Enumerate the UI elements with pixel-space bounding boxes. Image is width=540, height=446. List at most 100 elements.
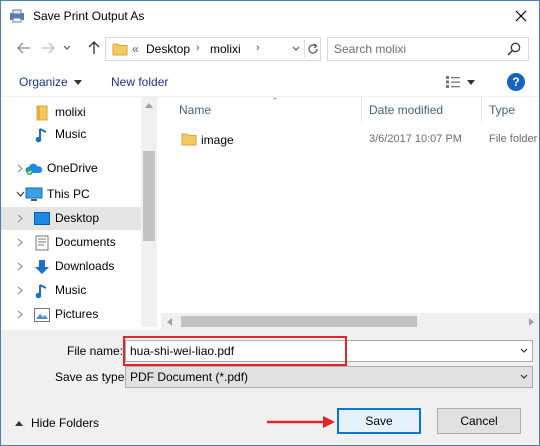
cancel-button[interactable]: Cancel (437, 408, 521, 434)
file-name-combobox[interactable] (125, 340, 533, 362)
chevron-right-icon[interactable] (15, 260, 25, 272)
column-header-type[interactable]: Type (489, 97, 515, 123)
nav-item-music-pc[interactable]: Music (1, 279, 141, 302)
scroll-up-arrow-icon[interactable] (141, 97, 157, 113)
search-input[interactable] (334, 41, 502, 57)
nav-item-this-pc[interactable]: This PC (1, 183, 141, 206)
breadcrumb-molixi[interactable]: molixi (210, 42, 241, 56)
nav-item-downloads[interactable]: Downloads (1, 255, 141, 278)
arrow-left-icon (17, 42, 30, 54)
breadcrumb-overflow[interactable]: « (132, 42, 139, 56)
details-view-icon (446, 76, 460, 88)
search-box[interactable] (327, 37, 529, 61)
title-bar: Save Print Output As (1, 1, 539, 31)
save-as-type-dropdown[interactable] (518, 370, 530, 384)
nav-item-label: Downloads (55, 259, 115, 273)
nav-item-label: molixi (55, 105, 86, 119)
nav-item-onedrive[interactable]: OneDrive (1, 157, 141, 180)
breadcrumb-chevron-icon[interactable]: › (256, 42, 260, 54)
scroll-left-arrow-icon[interactable] (161, 313, 177, 330)
new-folder-button[interactable]: New folder (111, 75, 168, 89)
nav-item-label: Desktop (55, 211, 100, 225)
arrow-right-icon (42, 42, 55, 54)
annotation-arrow-icon (267, 416, 335, 428)
change-view-button[interactable] (445, 74, 485, 90)
address-row: « Desktop › molixi › (1, 33, 539, 63)
forward-button[interactable] (39, 40, 57, 56)
caret-down-icon (73, 79, 82, 85)
back-button[interactable] (15, 40, 33, 56)
close-icon (515, 10, 527, 22)
onedrive-icon (25, 160, 43, 177)
nav-item-pictures[interactable]: Pictures (1, 303, 141, 326)
hide-folders-label: Hide Folders (31, 416, 100, 430)
chevron-right-icon[interactable] (15, 284, 25, 296)
file-type: File folder (489, 133, 538, 145)
chevron-down-icon (520, 348, 528, 353)
help-button[interactable]: ? (507, 73, 525, 91)
save-button[interactable]: Save (337, 408, 421, 434)
save-as-type-select[interactable]: PDF Document (*.pdf) (125, 366, 533, 388)
nav-item-music[interactable]: Music (1, 123, 141, 146)
printer-app-icon (10, 9, 24, 23)
folder-icon (181, 133, 197, 146)
nav-scrollbar-thumb[interactable] (143, 151, 155, 241)
address-bar[interactable]: « Desktop › molixi › (105, 37, 321, 61)
nav-item-documents[interactable]: Documents (1, 231, 141, 254)
folder-icon (112, 43, 128, 56)
navigation-pane: molixi Music OneDrive This PC Desktop Do… (1, 97, 157, 327)
pictures-icon (33, 306, 51, 323)
nav-item-label: Music (55, 127, 87, 141)
column-header-name[interactable]: Name (179, 97, 211, 123)
column-divider[interactable] (481, 97, 482, 123)
recent-locations-button[interactable] (61, 40, 73, 56)
save-dialog: Save Print Output As « Desktop › molixi … (0, 0, 540, 446)
hide-folders-toggle[interactable]: Hide Folders (15, 416, 99, 430)
chevron-down-icon (520, 374, 528, 379)
search-icon[interactable] (506, 41, 522, 57)
nav-scrollbar[interactable] (141, 97, 157, 327)
chevron-down-icon (63, 45, 71, 50)
nav-item-label: This PC (47, 187, 90, 201)
refresh-icon (307, 43, 318, 54)
chevron-right-icon[interactable] (15, 162, 25, 174)
save-as-type-label: Save as type: (55, 370, 128, 384)
file-list-pane: Name ⌃ Date modified Type image 3/6/2017… (161, 97, 539, 327)
organize-menu-button[interactable]: Organize (19, 75, 82, 89)
nav-item-molixi[interactable]: molixi (1, 101, 141, 124)
breadcrumb-chevron-icon[interactable]: › (196, 42, 200, 54)
chevron-right-icon[interactable] (15, 236, 25, 248)
window-title: Save Print Output As (33, 9, 145, 23)
command-toolbar: Organize New folder ? (1, 67, 539, 97)
caret-down-icon (467, 79, 475, 85)
file-name-input[interactable] (130, 343, 510, 359)
column-divider[interactable] (361, 97, 362, 123)
file-name-dropdown[interactable] (518, 344, 530, 358)
column-header-date-modified[interactable]: Date modified (369, 97, 443, 123)
chevron-right-icon[interactable] (15, 308, 25, 320)
close-button[interactable] (509, 5, 533, 27)
chevron-right-icon[interactable] (15, 212, 25, 224)
refresh-button[interactable] (304, 40, 320, 58)
nav-item-label: Documents (55, 235, 116, 249)
nav-item-desktop[interactable]: Desktop (1, 207, 141, 230)
up-button[interactable] (85, 40, 103, 56)
file-name: image (201, 133, 234, 147)
chevron-down-icon[interactable] (15, 188, 25, 200)
breadcrumb-desktop[interactable]: Desktop (146, 42, 190, 56)
music-icon (33, 282, 51, 299)
file-name-label: File name: (67, 344, 124, 358)
save-form: File name: Save as type: PDF Document (*… (1, 330, 539, 445)
file-list-hscrollbar[interactable] (161, 313, 539, 330)
documents-icon (33, 234, 51, 251)
hscrollbar-thumb[interactable] (181, 316, 417, 327)
organize-label: Organize (19, 75, 68, 89)
nav-item-label: Pictures (55, 307, 99, 321)
save-as-type-value: PDF Document (*.pdf) (130, 370, 249, 384)
desktop-icon (33, 210, 51, 227)
file-row[interactable]: image 3/6/2017 10:07 PM File folder (161, 129, 539, 151)
nav-item-label: Music (55, 283, 87, 297)
scroll-right-arrow-icon[interactable] (523, 313, 539, 330)
folder-icon (33, 104, 51, 121)
address-dropdown-button[interactable] (290, 41, 302, 57)
